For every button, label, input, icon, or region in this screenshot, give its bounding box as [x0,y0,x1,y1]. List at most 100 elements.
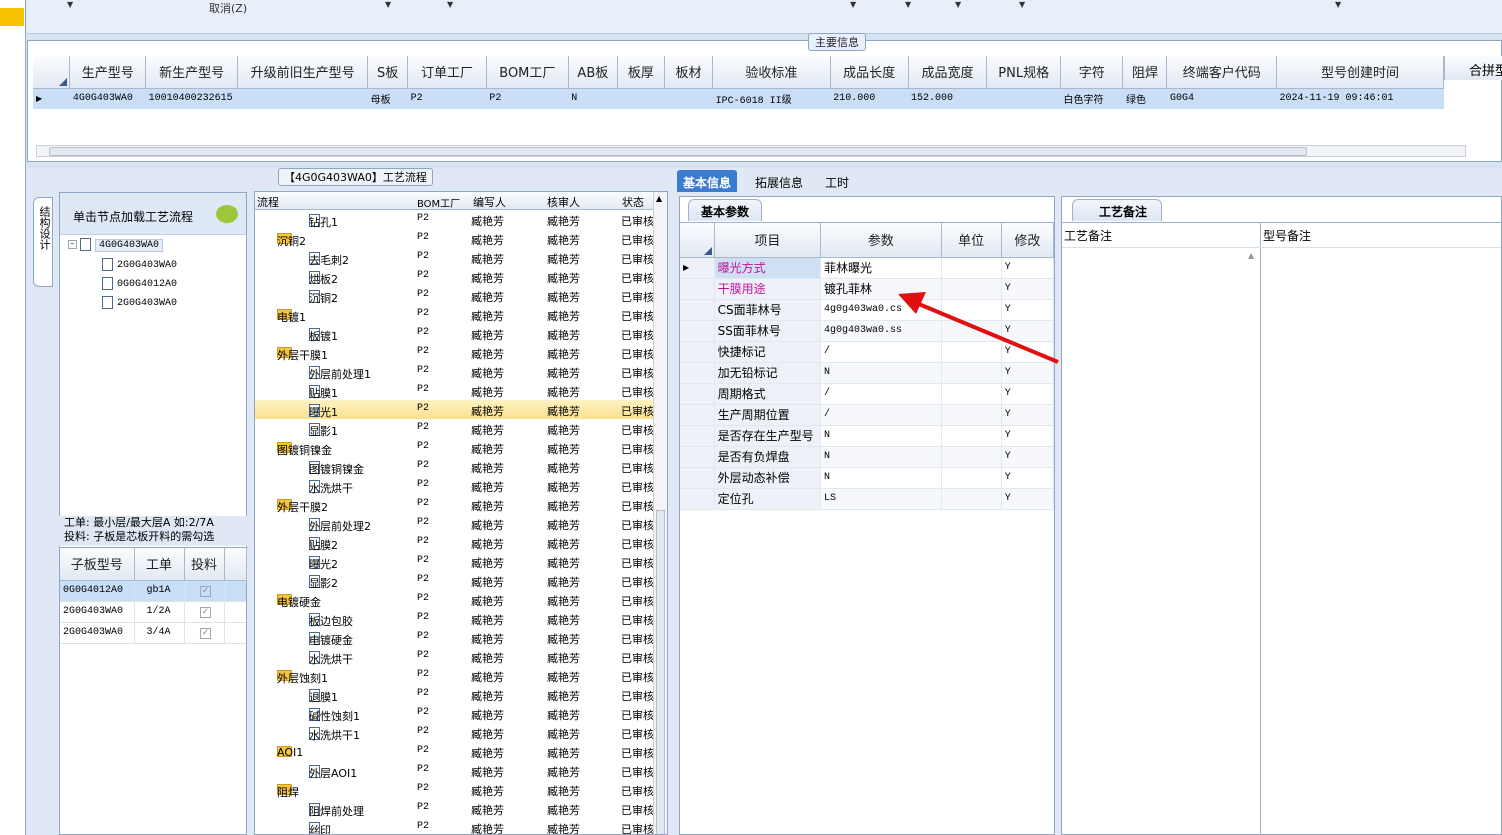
flow-row[interactable]: −外层干膜1P2臧艳芳臧艳芳已审核 [255,343,653,362]
vertical-scrollbar[interactable]: ▲ [653,192,667,834]
scrollbar-thumb[interactable] [49,147,1307,156]
chevron-down-icon[interactable]: ▼ [850,0,856,9]
tree-child[interactable]: 2G0G403WA0 [102,296,177,309]
flow-row[interactable]: −外层蚀刻1P2臧艳芳臧艳芳已审核 [255,666,653,685]
param-value[interactable]: N [820,467,942,489]
tab-basic-info[interactable]: 基本信息 [677,170,738,192]
param-unit[interactable] [941,404,1002,426]
param-modify[interactable]: Y [1001,383,1055,405]
chevron-down-icon[interactable]: ▼ [385,0,391,9]
tree-child[interactable]: 2G0G403WA0 [102,258,177,271]
flow-row[interactable]: −阻焊P2臧艳芳臧艳芳已审核 [255,780,653,799]
param-unit[interactable] [941,467,1002,489]
table-row[interactable]: 外层动态补偿 N Y [680,467,1055,489]
flow-row[interactable]: 水洗烘干 P2 臧艳芳 臧艳芳 已审核 [255,476,653,495]
flow-row[interactable]: −图镀铜镍金P2臧艳芳臧艳芳已审核 [255,438,653,457]
table-row[interactable]: 0G0G4012A0 gb1A ✓ [60,580,246,602]
table-row[interactable]: 2G0G403WA0 1/2A ✓ [60,601,246,623]
param-value[interactable]: / [820,383,942,405]
param-modify[interactable]: Y [1001,257,1055,279]
flow-row[interactable]: 阻焊前处理 P2 臧艳芳 臧艳芳 已审核 [255,799,653,818]
chevron-down-icon[interactable]: ▼ [955,0,961,9]
tab-work-hours[interactable]: 工时 [819,170,855,192]
param-item: 曝光方式 [714,257,822,279]
flow-row[interactable]: 烘板2 P2 臧艳芳 臧艳芳 已审核 [255,267,653,286]
param-unit[interactable] [941,425,1002,447]
flow-row[interactable]: 图镀铜镍金 P2 臧艳芳 臧艳芳 已审核 [255,457,653,476]
flow-row[interactable]: 板镀1 P2 臧艳芳 臧艳芳 已审核 [255,324,653,343]
flow-row[interactable]: −AOI1P2臧艳芳臧艳芳已审核 [255,742,653,761]
flow-bom: P2 [417,232,430,243]
flow-row[interactable]: 外层前处理2 P2 臧艳芳 臧艳芳 已审核 [255,514,653,533]
param-modify[interactable]: Y [1001,404,1055,426]
flow-row[interactable]: 退膜1 P2 臧艳芳 臧艳芳 已审核 [255,685,653,704]
chevron-down-icon[interactable]: ▼ [1019,0,1025,9]
scrollbar-thumb[interactable] [656,510,665,834]
horizontal-scrollbar[interactable] [36,145,1466,157]
param-unit[interactable] [941,488,1002,510]
flow-status: 已审核 [621,215,653,228]
collapse-icon[interactable]: − [68,240,77,249]
flow-row[interactable]: 曝光1 P2 臧艳芳 臧艳芳 已审核 [255,400,653,419]
flow-row[interactable]: 沉铜2 P2 臧艳芳 臧艳芳 已审核 [255,286,653,305]
param-value[interactable]: 菲林曝光 [820,257,942,279]
table-row[interactable]: 是否存在生产型号 N Y [680,425,1055,447]
param-unit[interactable] [941,446,1002,468]
scroll-up-icon[interactable]: ▲ [656,194,662,203]
param-modify[interactable]: Y [1001,425,1055,447]
structure-design-tab[interactable]: 结构设计 [33,197,53,287]
flow-row[interactable]: 贴膜1 P2 臧艳芳 臧艳芳 已审核 [255,381,653,400]
flow-row[interactable]: −沉铜2P2臧艳芳臧艳芳已审核 [255,229,653,248]
flow-row[interactable]: 水洗烘干1 P2 臧艳芳 臧艳芳 已审核 [255,723,653,742]
flow-row[interactable]: 板边包胶 P2 臧艳芳 臧艳芳 已审核 [255,609,653,628]
table-row[interactable]: 周期格式 / Y [680,383,1055,405]
feed-checkbox[interactable]: ✓ [200,606,211,618]
flow-row[interactable]: 去毛刺2 P2 臧艳芳 臧艳芳 已审核 [255,248,653,267]
feed-checkbox[interactable]: ✓ [200,627,211,639]
param-value[interactable]: LS [820,488,942,510]
table-row[interactable]: 2G0G403WA0 3/4A ✓ [60,622,246,644]
chevron-down-icon[interactable]: ▼ [1335,0,1341,9]
flow-row[interactable]: 曝光2 P2 臧艳芳 臧艳芳 已审核 [255,552,653,571]
flow-bom: P2 [417,593,430,604]
flow-bom: P2 [417,403,430,414]
scroll-up-icon[interactable]: ▲ [1248,251,1254,260]
param-modify[interactable]: Y [1001,446,1055,468]
param-modify[interactable]: Y [1001,467,1055,489]
feed-checkbox[interactable]: ✓ [200,585,211,597]
flow-row[interactable]: −电镀1P2臧艳芳臧艳芳已审核 [255,305,653,324]
chevron-down-icon[interactable]: ▼ [67,0,73,9]
tab-extended-info[interactable]: 拓展信息 [749,170,809,192]
flow-row[interactable]: 显影1 P2 臧艳芳 臧艳芳 已审核 [255,419,653,438]
param-unit[interactable] [941,383,1002,405]
param-value[interactable]: N [820,425,942,447]
column-header: 流程 [257,196,279,209]
flow-row[interactable]: 贴膜2 P2 臧艳芳 臧艳芳 已审核 [255,533,653,552]
tree-root[interactable]: − 4G0G403WA0 [68,238,164,253]
param-value[interactable]: / [820,404,942,426]
flow-row[interactable]: 外层前处理1 P2 臧艳芳 臧艳芳 已审核 [255,362,653,381]
param-unit[interactable] [941,257,1002,279]
flow-row[interactable]: −电镀硬金P2臧艳芳臧艳芳已审核 [255,590,653,609]
table-row[interactable]: ▶ 4G0G403WA0 10010400232615 母板 P2 P2 N IPC-6018… [33,88,1444,109]
flow-row[interactable]: 外层AOI1 P2 臧艳芳 臧艳芳 已审核 [255,761,653,780]
flow-row[interactable]: 丝印 P2 臧艳芳 臧艳芳 已审核 [255,818,653,834]
table-row[interactable]: 定位孔 LS Y [680,488,1055,510]
table-row[interactable]: 生产周期位置 / Y [680,404,1055,426]
table-row[interactable]: ▶ 曝光方式 菲林曝光 Y [680,257,1055,279]
table-row[interactable]: 是否有负焊盘 N Y [680,446,1055,468]
flow-row[interactable]: 钻孔1 P2 臧艳芳 臧艳芳 已审核 [255,210,653,229]
param-modify[interactable]: Y [1001,488,1055,510]
chevron-down-icon[interactable]: ▼ [905,0,911,9]
flow-row[interactable]: 水洗烘干 P2 臧艳芳 臧艳芳 已审核 [255,647,653,666]
column-header: 项目 [714,223,822,258]
cancel-button[interactable]: 取消(Z) [209,0,247,16]
tree-child[interactable]: 0G0G4012A0 [102,277,177,290]
flow-row[interactable]: −外层干膜2P2臧艳芳臧艳芳已审核 [255,495,653,514]
flow-row[interactable]: 电镀硬金 P2 臧艳芳 臧艳芳 已审核 [255,628,653,647]
param-value[interactable]: N [820,446,942,468]
flow-row[interactable]: 碱性蚀刻1 P2 臧艳芳 臧艳芳 已审核 [255,704,653,723]
flow-row[interactable]: 显影2 P2 臧艳芳 臧艳芳 已审核 [255,571,653,590]
row-pointer-icon [680,488,715,510]
chevron-down-icon[interactable]: ▼ [447,0,453,9]
